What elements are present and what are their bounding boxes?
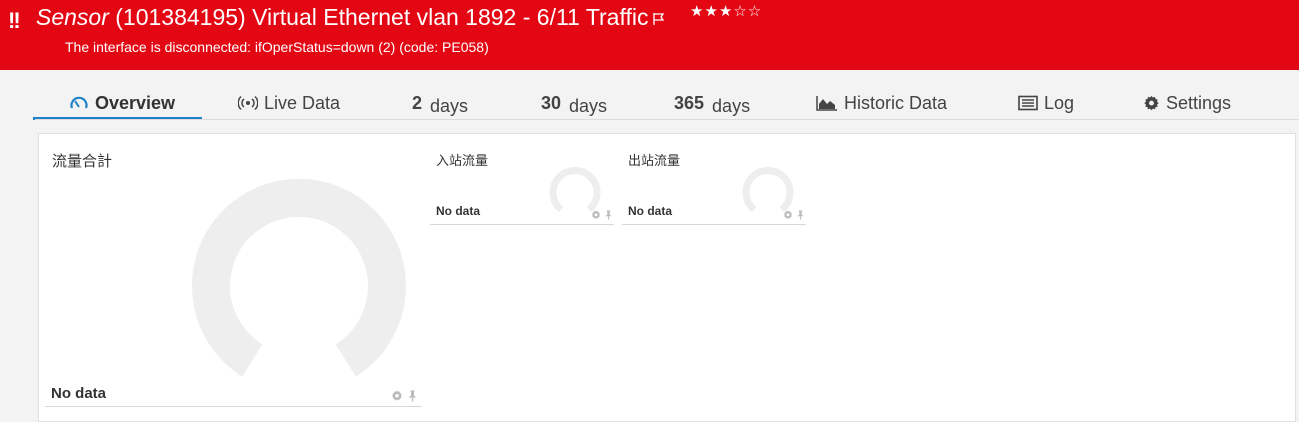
tab-number: 2 — [412, 92, 423, 113]
gauge-dial — [192, 178, 406, 377]
status-message: The interface is disconnected: ifOperSta… — [65, 39, 489, 55]
flag-icon[interactable] — [652, 5, 666, 32]
card-divider — [622, 224, 806, 225]
gauge-status: No data — [436, 204, 481, 218]
gauge-actions — [591, 210, 613, 220]
tab-2-days[interactable]: 2 days — [412, 86, 468, 120]
gear-icon[interactable] — [391, 390, 403, 402]
sensor-title: Sensor (101384195) Virtual Ethernet vlan… — [36, 4, 666, 32]
alert-icon: !! — [8, 8, 21, 33]
priority-stars[interactable]: ★★★☆☆ — [690, 2, 762, 20]
gauge-actions — [391, 390, 418, 402]
gauge-status: No data — [51, 385, 107, 402]
gauge-title: 入站流量 — [436, 154, 489, 169]
gear-icon — [1143, 95, 1160, 112]
gauge-icon — [69, 95, 89, 111]
gear-icon[interactable] — [783, 210, 793, 220]
list-icon — [1018, 95, 1038, 111]
tab-label: Live Data — [264, 92, 341, 113]
pin-icon[interactable] — [407, 390, 418, 402]
tab-label: Overview — [95, 92, 176, 113]
gauge-card-inbound: 入站流量 No data — [429, 134, 615, 229]
sensor-header: !! Sensor (101384195) Virtual Ethernet v… — [0, 0, 1299, 70]
tab-unit: days — [569, 95, 608, 116]
tab-log[interactable]: Log — [1018, 86, 1074, 120]
pin-icon[interactable] — [604, 210, 613, 220]
gauge-title: 出站流量 — [628, 154, 681, 169]
tab-number: 365 — [674, 92, 705, 113]
pin-icon[interactable] — [796, 210, 805, 220]
tab-settings[interactable]: Settings — [1143, 86, 1231, 120]
title-text: (101384195) Virtual Ethernet vlan 1892 -… — [115, 4, 649, 30]
tab-bar: Overview Live Data 2 days 30 days 365 da… — [33, 86, 1299, 120]
tab-overview[interactable]: Overview — [69, 86, 175, 120]
overview-panel: 流量合計 No data 入站流量 No data 出站流量 No data — [38, 133, 1296, 422]
tab-number: 30 — [541, 92, 562, 113]
tab-unit: days — [430, 95, 469, 116]
broadcast-icon — [238, 95, 258, 111]
tab-365-days[interactable]: 365 days — [674, 86, 750, 120]
card-divider — [430, 224, 614, 225]
gauge-status: No data — [628, 204, 673, 218]
tab-label: Historic Data — [844, 92, 948, 113]
tab-unit: days — [712, 95, 751, 116]
tab-live-data[interactable]: Live Data — [238, 86, 340, 120]
tab-label: Log — [1044, 92, 1075, 113]
gauge-card-total: 流量合計 No data — [39, 134, 429, 422]
title-prefix: Sensor — [36, 4, 109, 30]
tab-30-days[interactable]: 30 days — [541, 86, 607, 120]
gauge-card-outbound: 出站流量 No data — [621, 134, 807, 229]
gauge-title: 流量合計 — [52, 152, 113, 170]
gauge-actions — [783, 210, 805, 220]
gear-icon[interactable] — [591, 210, 601, 220]
tab-label: Settings — [1166, 92, 1232, 113]
area-chart-icon — [816, 95, 838, 111]
card-divider — [45, 406, 422, 407]
tab-historic-data[interactable]: Historic Data — [816, 86, 947, 120]
tab-divider — [35, 119, 1299, 120]
